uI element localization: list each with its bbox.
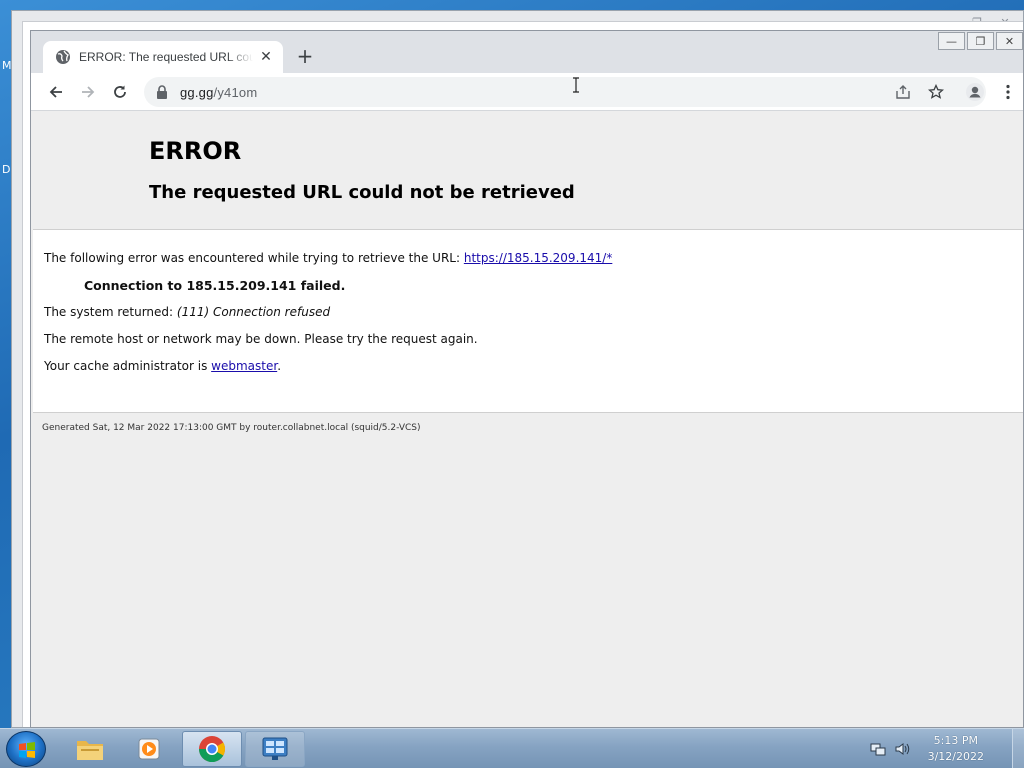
browser-toolbar: gg.gg/y41om bbox=[31, 73, 1023, 111]
new-tab-button[interactable]: + bbox=[295, 45, 315, 67]
taskbar-google-chrome[interactable] bbox=[182, 731, 242, 767]
tab-strip: ERROR: The requested URL could not be re… bbox=[31, 31, 1023, 73]
system-returned-label: The system returned: bbox=[44, 305, 177, 319]
taskbar-media-player[interactable] bbox=[120, 731, 180, 767]
lock-icon[interactable] bbox=[156, 85, 168, 99]
system-tray: 5:13 PM 3/12/2022 bbox=[870, 729, 984, 768]
network-icon[interactable] bbox=[870, 741, 886, 757]
system-returned-value: (111) Connection refused bbox=[176, 305, 331, 319]
webmaster-link[interactable]: webmaster bbox=[211, 359, 277, 373]
url-path: /y41om bbox=[213, 84, 258, 100]
cache-admin: Your cache administrator is webmaster. bbox=[44, 359, 281, 373]
bookmark-star-icon[interactable] bbox=[926, 82, 946, 102]
reload-icon[interactable] bbox=[110, 82, 130, 102]
system-returned: The system returned: (111) Connection re… bbox=[44, 305, 330, 319]
profile-icon[interactable] bbox=[965, 82, 985, 102]
share-icon[interactable] bbox=[893, 82, 913, 102]
folder-icon bbox=[77, 741, 103, 760]
tab-title: ERROR: The requested URL could not be re… bbox=[79, 50, 253, 64]
browser-tab[interactable]: ERROR: The requested URL could not be re… bbox=[43, 41, 283, 73]
error-header: ERROR The requested URL could not be ret… bbox=[149, 137, 575, 203]
browser-window: — ❐ ✕ ERROR: The requested URL could not… bbox=[30, 30, 1024, 728]
page-viewport[interactable]: ERROR The requested URL could not be ret… bbox=[31, 111, 1023, 727]
page-footer: Generated Sat, 12 Mar 2022 17:13:00 GMT … bbox=[42, 423, 421, 433]
windows-logo-icon bbox=[19, 742, 35, 758]
control-panel-icon bbox=[262, 737, 288, 760]
text-cursor-icon bbox=[573, 77, 579, 93]
media-player-icon bbox=[138, 738, 160, 760]
show-desktop-button[interactable] bbox=[1012, 729, 1024, 768]
clock-date: 3/12/2022 bbox=[927, 750, 984, 763]
address-bar[interactable]: gg.gg/y41om bbox=[144, 77, 986, 107]
taskbar-file-explorer[interactable] bbox=[60, 731, 120, 767]
url-text: gg.gg/y41om bbox=[180, 85, 257, 100]
tab-close-icon[interactable]: ✕ bbox=[259, 49, 273, 65]
clock-time: 5:13 PM bbox=[933, 734, 978, 747]
forward-arrow-icon[interactable] bbox=[78, 82, 98, 102]
failure-message: Connection to 185.15.209.141 failed. bbox=[84, 278, 346, 293]
remote-down-message: The remote host or network may be down. … bbox=[44, 332, 478, 346]
page-subtitle: The requested URL could not be retrieved bbox=[149, 182, 575, 203]
error-url-link[interactable]: https://185.15.209.141/* bbox=[464, 251, 612, 265]
error-intro-text: The following error was encountered whil… bbox=[44, 251, 464, 265]
chrome-icon bbox=[198, 736, 226, 763]
start-button[interactable] bbox=[6, 731, 46, 767]
error-intro: The following error was encountered whil… bbox=[44, 251, 612, 265]
desktop-edge-label: D bbox=[2, 163, 11, 176]
url-host: gg.gg bbox=[180, 84, 214, 100]
error-details: The following error was encountered whil… bbox=[33, 229, 1023, 413]
cache-admin-prefix: Your cache administrator is bbox=[44, 359, 212, 373]
system-clock[interactable]: 5:13 PM 3/12/2022 bbox=[928, 733, 984, 765]
page-title: ERROR bbox=[149, 137, 242, 165]
kebab-menu-icon[interactable] bbox=[998, 82, 1018, 102]
back-arrow-icon[interactable] bbox=[46, 82, 66, 102]
taskbar-control-panel[interactable] bbox=[245, 731, 305, 767]
taskbar: 5:13 PM 3/12/2022 bbox=[0, 728, 1024, 768]
volume-icon[interactable] bbox=[894, 741, 910, 757]
cache-admin-suffix: . bbox=[277, 359, 282, 373]
globe-icon bbox=[56, 50, 70, 64]
